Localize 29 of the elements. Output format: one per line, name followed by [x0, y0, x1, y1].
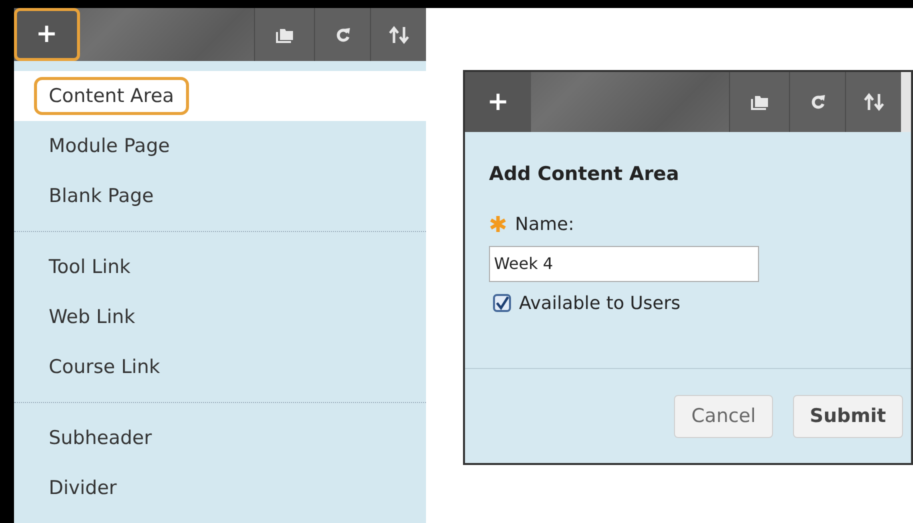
menu-item[interactable]: Course Link: [34, 348, 175, 386]
sort-button[interactable]: [370, 8, 426, 61]
add-button[interactable]: +: [465, 72, 531, 132]
cancel-button[interactable]: Cancel: [674, 394, 773, 438]
checkbox-label: Available to Users: [519, 292, 680, 316]
submit-button[interactable]: Submit: [792, 394, 903, 438]
folder-icon: [750, 94, 768, 110]
refresh-icon: [334, 26, 350, 44]
menu-item[interactable]: Web Link: [34, 298, 150, 336]
sort-button[interactable]: [845, 72, 901, 132]
menu-item[interactable]: Blank Page: [34, 176, 169, 216]
dialog-title: Add Content Area: [489, 162, 680, 187]
folder-icon: [276, 26, 294, 42]
add-button[interactable]: +: [14, 8, 80, 61]
sort-icon: [864, 93, 884, 111]
refresh-icon: [810, 93, 826, 111]
sort-icon: [388, 26, 408, 44]
menu-item[interactable]: Subheader: [34, 418, 167, 458]
folder-button[interactable]: [729, 72, 789, 132]
refresh-button[interactable]: [789, 72, 845, 132]
name-label: Name:: [515, 212, 574, 236]
folder-button[interactable]: [254, 8, 314, 61]
refresh-button[interactable]: [314, 8, 370, 61]
available-checkbox[interactable]: [493, 294, 511, 312]
menu-item[interactable]: Divider: [34, 468, 132, 508]
name-field[interactable]: Week 4: [489, 246, 759, 282]
menu-item[interactable]: Module Page: [34, 126, 185, 166]
menu-item[interactable]: Tool Link: [34, 248, 146, 286]
menu-item[interactable]: Content Area: [34, 76, 190, 116]
